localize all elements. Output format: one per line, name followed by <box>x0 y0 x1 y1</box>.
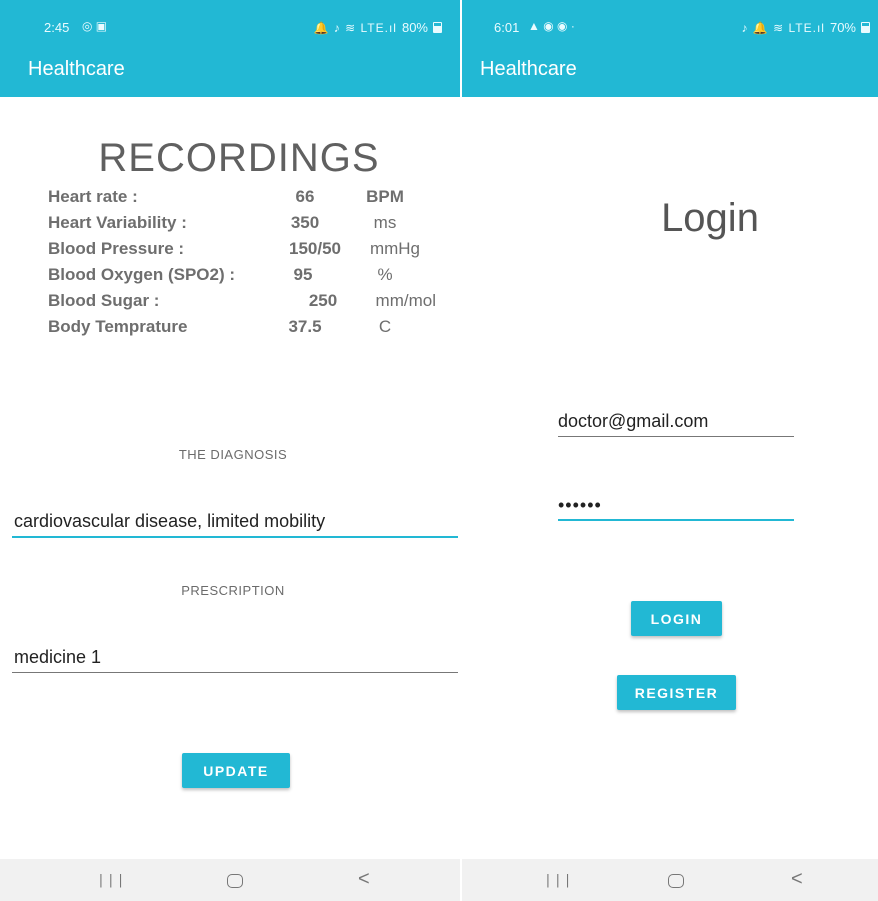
email-input[interactable] <box>558 406 794 436</box>
diagnosis-label: THE DIAGNOSIS <box>178 447 288 462</box>
recording-value: 37.5 <box>288 317 322 336</box>
recording-label: Blood Oxygen (SPO2) : <box>48 265 236 284</box>
home-icon[interactable] <box>668 874 684 888</box>
update-button[interactable]: UPDATE <box>182 753 290 788</box>
recording-unit: % <box>377 265 393 284</box>
signal-icon: ♪ 🔔 ≋ LTE.ıl <box>741 20 825 35</box>
recording-label: Heart Variability : <box>48 213 187 232</box>
diagnosis-underline <box>12 536 458 538</box>
recording-value: 350 <box>290 213 320 232</box>
status-bar: 2:45 ◎ ▣ 🔔 ♪ ≋ LTE.ıl 80% <box>0 0 460 52</box>
whatsapp-icon: ◎ ▣ <box>82 19 108 33</box>
recordings-screen: 2:45 ◎ ▣ 🔔 ♪ ≋ LTE.ıl 80% Healthcare REC… <box>0 0 460 901</box>
battery-percent: 70% <box>829 20 856 35</box>
recent-apps-icon[interactable]: ||| <box>544 873 573 888</box>
status-indicators: ♪ 🔔 ≋ LTE.ıl 70% <box>742 20 870 35</box>
recording-value: 66 <box>295 187 315 206</box>
recent-apps-icon[interactable]: ||| <box>97 873 126 888</box>
battery-icon <box>861 22 870 33</box>
register-button[interactable]: REGISTER <box>617 675 736 710</box>
diagnosis-input[interactable] <box>12 504 458 538</box>
prescription-input[interactable] <box>12 640 458 674</box>
status-time: 6:01 <box>494 20 520 35</box>
prescription-label: PRESCRIPTION <box>181 583 285 598</box>
recording-unit: mm/mol <box>375 291 436 310</box>
navigation-bar: ||| < <box>462 859 878 901</box>
app-bar: 2:45 ◎ ▣ 🔔 ♪ ≋ LTE.ıl 80% Healthcare <box>0 0 460 97</box>
login-button[interactable]: LOGIN <box>631 601 722 636</box>
signal-icon: 🔔 ♪ ≋ LTE.ıl <box>313 20 397 35</box>
recording-unit: BPM <box>366 187 404 206</box>
battery-icon <box>433 22 442 33</box>
prescription-underline <box>12 672 458 673</box>
recording-unit: mmHg <box>369 239 420 258</box>
app-title: Healthcare <box>480 58 577 80</box>
back-icon[interactable]: < <box>791 868 803 891</box>
navigation-bar: ||| < <box>0 859 460 901</box>
app-bar: 6:01 ▲ ◉ ◉ · ♪ 🔔 ≋ LTE.ıl 70% Healthcare <box>462 0 878 97</box>
recording-unit: ms <box>373 213 397 232</box>
home-icon[interactable] <box>227 874 243 888</box>
password-input[interactable] <box>558 490 794 520</box>
battery-percent: 80% <box>401 20 428 35</box>
recording-label: Blood Sugar : <box>48 291 160 310</box>
recording-label: Blood Pressure : <box>48 239 185 258</box>
recording-label: Body Temprature <box>48 317 188 336</box>
recording-value: 95 <box>293 265 313 284</box>
back-icon[interactable]: < <box>358 868 370 891</box>
login-screen: 6:01 ▲ ◉ ◉ · ♪ 🔔 ≋ LTE.ıl 70% Healthcare… <box>462 0 878 901</box>
notification-icons: ▲ ◉ ◉ · <box>528 19 575 33</box>
status-indicators: 🔔 ♪ ≋ LTE.ıl 80% <box>314 20 442 35</box>
app-title: Healthcare <box>28 58 125 80</box>
password-underline <box>558 519 794 521</box>
login-title: Login <box>661 196 759 240</box>
status-time: 2:45 <box>44 20 70 35</box>
recording-label: Heart rate : <box>48 187 138 206</box>
status-bar: 6:01 ▲ ◉ ◉ · ♪ 🔔 ≋ LTE.ıl 70% <box>462 0 878 52</box>
recordings-title: RECORDINGS <box>98 136 380 180</box>
email-underline <box>558 436 794 437</box>
recording-unit: C <box>378 317 392 336</box>
